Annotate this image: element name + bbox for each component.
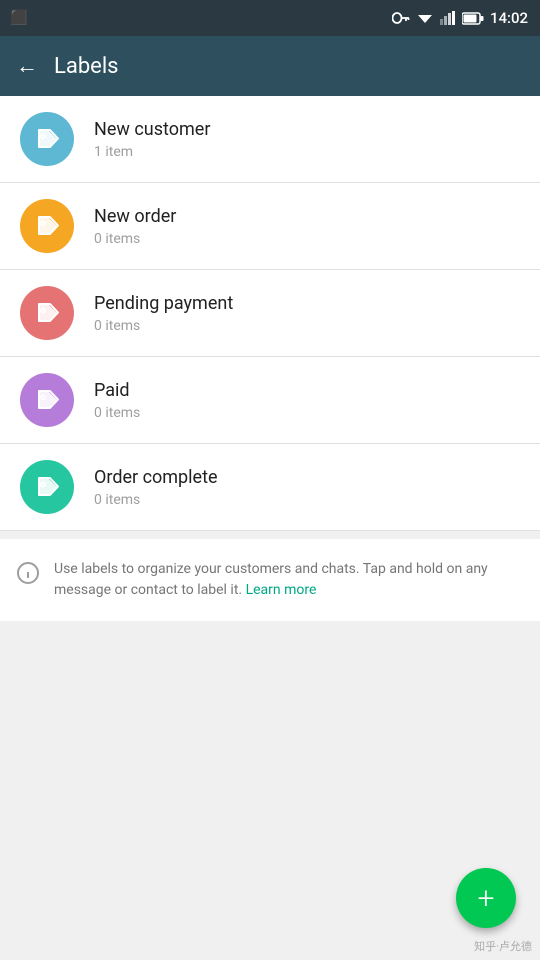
- label-count-new-customer: 1 item: [94, 144, 210, 160]
- label-icon-new-customer: [20, 112, 74, 166]
- label-name-paid: Paid: [94, 380, 140, 401]
- signal-icon: [440, 11, 456, 25]
- tag-icon: [33, 212, 61, 240]
- tag-icon: [33, 473, 61, 501]
- tag-icon: [33, 125, 61, 153]
- key-icon: [392, 11, 410, 25]
- labels-list: New customer 1 item New order 0 items Pe…: [0, 96, 540, 531]
- label-item-paid[interactable]: Paid 0 items: [0, 357, 540, 444]
- label-count-new-order: 0 items: [94, 231, 176, 247]
- back-button[interactable]: ←: [16, 53, 38, 79]
- status-bar-left: ⬛: [10, 0, 27, 36]
- wifi-icon: [416, 11, 434, 25]
- info-text: Use labels to organize your customers an…: [54, 559, 520, 601]
- label-name-new-customer: New customer: [94, 119, 210, 140]
- label-item-new-customer[interactable]: New customer 1 item: [0, 96, 540, 183]
- label-name-pending-payment: Pending payment: [94, 293, 233, 314]
- label-icon-new-order: [20, 199, 74, 253]
- label-icon-paid: [20, 373, 74, 427]
- label-count-paid: 0 items: [94, 405, 140, 421]
- label-text-pending-payment: Pending payment 0 items: [94, 293, 233, 334]
- battery-icon: [462, 12, 484, 25]
- label-name-new-order: New order: [94, 206, 176, 227]
- app-header: ← Labels: [0, 36, 540, 96]
- tag-icon: [33, 386, 61, 414]
- label-item-order-complete[interactable]: Order complete 0 items: [0, 444, 540, 531]
- info-icon: [16, 561, 40, 585]
- label-count-pending-payment: 0 items: [94, 318, 233, 334]
- status-icons: 14:02: [392, 9, 528, 27]
- label-text-new-customer: New customer 1 item: [94, 119, 210, 160]
- status-time: 14:02: [490, 9, 528, 27]
- label-text-paid: Paid 0 items: [94, 380, 140, 421]
- learn-more-link[interactable]: Learn more: [246, 582, 317, 598]
- add-label-button[interactable]: +: [456, 868, 516, 928]
- label-icon-order-complete: [20, 460, 74, 514]
- label-item-pending-payment[interactable]: Pending payment 0 items: [0, 270, 540, 357]
- status-bar: ⬛ 14:02: [0, 0, 540, 36]
- tag-icon: [33, 299, 61, 327]
- label-icon-pending-payment: [20, 286, 74, 340]
- label-count-order-complete: 0 items: [94, 492, 218, 508]
- label-text-new-order: New order 0 items: [94, 206, 176, 247]
- label-name-order-complete: Order complete: [94, 467, 218, 488]
- watermark: 知乎·卢允德: [474, 938, 532, 954]
- label-item-new-order[interactable]: New order 0 items: [0, 183, 540, 270]
- photo-icon: ⬛: [10, 10, 27, 26]
- page-title: Labels: [54, 54, 119, 79]
- info-section: Use labels to organize your customers an…: [0, 539, 540, 621]
- label-text-order-complete: Order complete 0 items: [94, 467, 218, 508]
